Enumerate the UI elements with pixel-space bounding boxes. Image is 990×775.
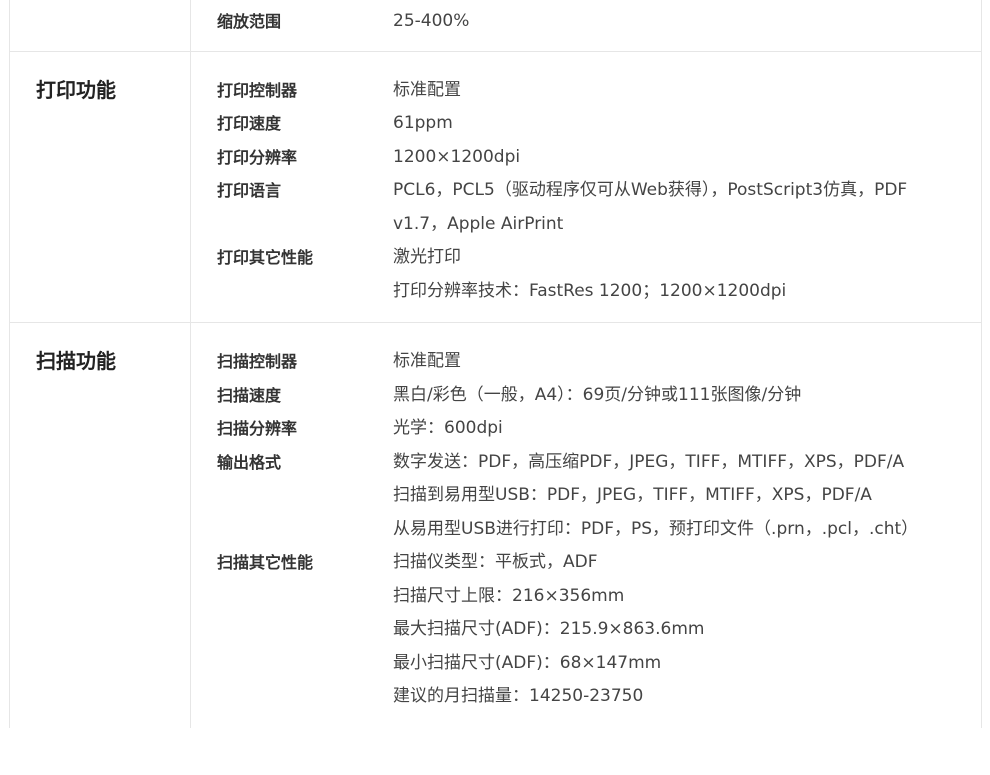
spec-row-print-resolution: 打印分辨率 1200×1200dpi bbox=[217, 141, 981, 175]
spec-row-output-format: 输出格式 数字发送：PDF，高压缩PDF，JPEG，TIFF，MTIFF，XPS… bbox=[217, 446, 981, 547]
spec-value: PCL6，PCL5（驱动程序仅可从Web获得），PostScript3仿真，PD… bbox=[393, 180, 908, 200]
spec-section-print: 打印功能 打印控制器 标准配置 打印速度 61ppm 打印分辨率 1200×12… bbox=[10, 51, 981, 323]
spec-label: 打印其它性能 bbox=[217, 248, 314, 267]
spec-rows: 扫描控制器 标准配置 扫描速度 黑白/彩色（一般，A4）：69页/分钟或111张… bbox=[191, 323, 981, 728]
category-cell: 扫描功能 bbox=[10, 323, 191, 728]
spec-section-general: 缩放范围 25-400% bbox=[10, 0, 981, 52]
spec-value: 打印分辨率技术：FastRes 1200；1200×1200dpi bbox=[393, 280, 787, 301]
spec-label: 扫描分辨率 bbox=[217, 419, 298, 438]
spec-values: 光学：600dpi bbox=[393, 412, 981, 446]
spec-value: 数字发送：PDF，高压缩PDF，JPEG，TIFF，MTIFF，XPS，PDF/… bbox=[393, 451, 905, 472]
spec-values: 1200×1200dpi bbox=[393, 141, 981, 175]
spec-row-zoom-range: 缩放范围 25-400% bbox=[217, 5, 981, 39]
spec-values: 61ppm bbox=[393, 107, 981, 141]
spec-row-scan-resolution: 扫描分辨率 光学：600dpi bbox=[217, 412, 981, 446]
spec-values: 标准配置 bbox=[393, 74, 981, 108]
spec-row-print-other: 打印其它性能 激光打印 打印分辨率技术：FastRes 1200；1200×12… bbox=[217, 241, 981, 308]
spec-value: v1.7，Apple AirPrint bbox=[393, 213, 564, 234]
spec-value: 光学：600dpi bbox=[393, 418, 503, 438]
spec-label: 输出格式 bbox=[217, 452, 282, 472]
category-cell bbox=[10, 0, 191, 51]
spec-value: 1200×1200dpi bbox=[393, 146, 521, 167]
spec-row-scan-controller: 扫描控制器 标准配置 bbox=[217, 345, 981, 379]
spec-label: 缩放范围 bbox=[217, 12, 282, 31]
spec-label: 打印速度 bbox=[217, 114, 282, 133]
spec-value: 标准配置 bbox=[393, 79, 461, 100]
spec-table: 缩放范围 25-400% 打印功能 打印控制器 标准配置 打印速度 61ppm bbox=[9, 0, 982, 728]
spec-label: 打印分辨率 bbox=[217, 147, 298, 167]
spec-value: 最小扫描尺寸(ADF)：68×147mm bbox=[393, 652, 662, 673]
spec-values: 标准配置 bbox=[393, 345, 981, 379]
spec-value: 扫描尺寸上限：216×356mm bbox=[393, 585, 625, 606]
spec-row-scan-speed: 扫描速度 黑白/彩色（一般，A4）：69页/分钟或111张图像/分钟 bbox=[217, 379, 981, 413]
spec-rows: 缩放范围 25-400% bbox=[191, 0, 981, 51]
spec-values: 25-400% bbox=[393, 5, 981, 39]
spec-value: 从易用型USB进行打印：PDF，PS，预打印文件（.prn，.pcl，.cht） bbox=[393, 518, 919, 539]
spec-value: 激光打印 bbox=[393, 247, 461, 267]
spec-values: 数字发送：PDF，高压缩PDF，JPEG，TIFF，MTIFF，XPS，PDF/… bbox=[393, 446, 981, 547]
spec-value: 扫描到易用型USB：PDF，JPEG，TIFF，MTIFF，XPS，PDF/A bbox=[393, 485, 872, 505]
spec-row-scan-other: 扫描其它性能 扫描仪类型：平板式，ADF 扫描尺寸上限：216×356mm 最大… bbox=[217, 546, 981, 714]
spec-row-print-language: 打印语言 PCL6，PCL5（驱动程序仅可从Web获得），PostScript3… bbox=[217, 174, 981, 241]
spec-value: 建议的月扫描量：14250-23750 bbox=[393, 686, 644, 706]
spec-value: 最大扫描尺寸(ADF)：215.9×863.6mm bbox=[393, 619, 705, 639]
spec-values: PCL6，PCL5（驱动程序仅可从Web获得），PostScript3仿真，PD… bbox=[393, 174, 981, 241]
spec-value: 黑白/彩色（一般，A4）：69页/分钟或111张图像/分钟 bbox=[393, 384, 802, 405]
category-title: 打印功能 bbox=[36, 77, 116, 102]
spec-values: 黑白/彩色（一般，A4）：69页/分钟或111张图像/分钟 bbox=[393, 379, 981, 413]
spec-label: 扫描控制器 bbox=[217, 352, 298, 371]
spec-rows: 打印控制器 标准配置 打印速度 61ppm 打印分辨率 1200×1200dpi… bbox=[191, 52, 981, 323]
spec-value: 61ppm bbox=[393, 113, 453, 133]
spec-row-print-speed: 打印速度 61ppm bbox=[217, 107, 981, 141]
spec-value: 标准配置 bbox=[393, 351, 461, 371]
spec-row-print-controller: 打印控制器 标准配置 bbox=[217, 74, 981, 108]
spec-values: 激光打印 打印分辨率技术：FastRes 1200；1200×1200dpi bbox=[393, 241, 981, 308]
category-title: 扫描功能 bbox=[36, 349, 116, 373]
spec-label: 打印语言 bbox=[217, 181, 282, 200]
spec-values: 扫描仪类型：平板式，ADF 扫描尺寸上限：216×356mm 最大扫描尺寸(AD… bbox=[393, 546, 981, 714]
spec-label: 扫描速度 bbox=[217, 385, 282, 405]
spec-label: 扫描其它性能 bbox=[217, 553, 314, 572]
spec-label: 打印控制器 bbox=[217, 80, 298, 100]
spec-value: 扫描仪类型：平板式，ADF bbox=[393, 552, 598, 572]
spec-value: 25-400% bbox=[393, 11, 470, 31]
spec-section-scan: 扫描功能 扫描控制器 标准配置 扫描速度 黑白/彩色（一般，A4）：69页/分钟… bbox=[10, 323, 981, 728]
category-cell: 打印功能 bbox=[10, 51, 191, 322]
